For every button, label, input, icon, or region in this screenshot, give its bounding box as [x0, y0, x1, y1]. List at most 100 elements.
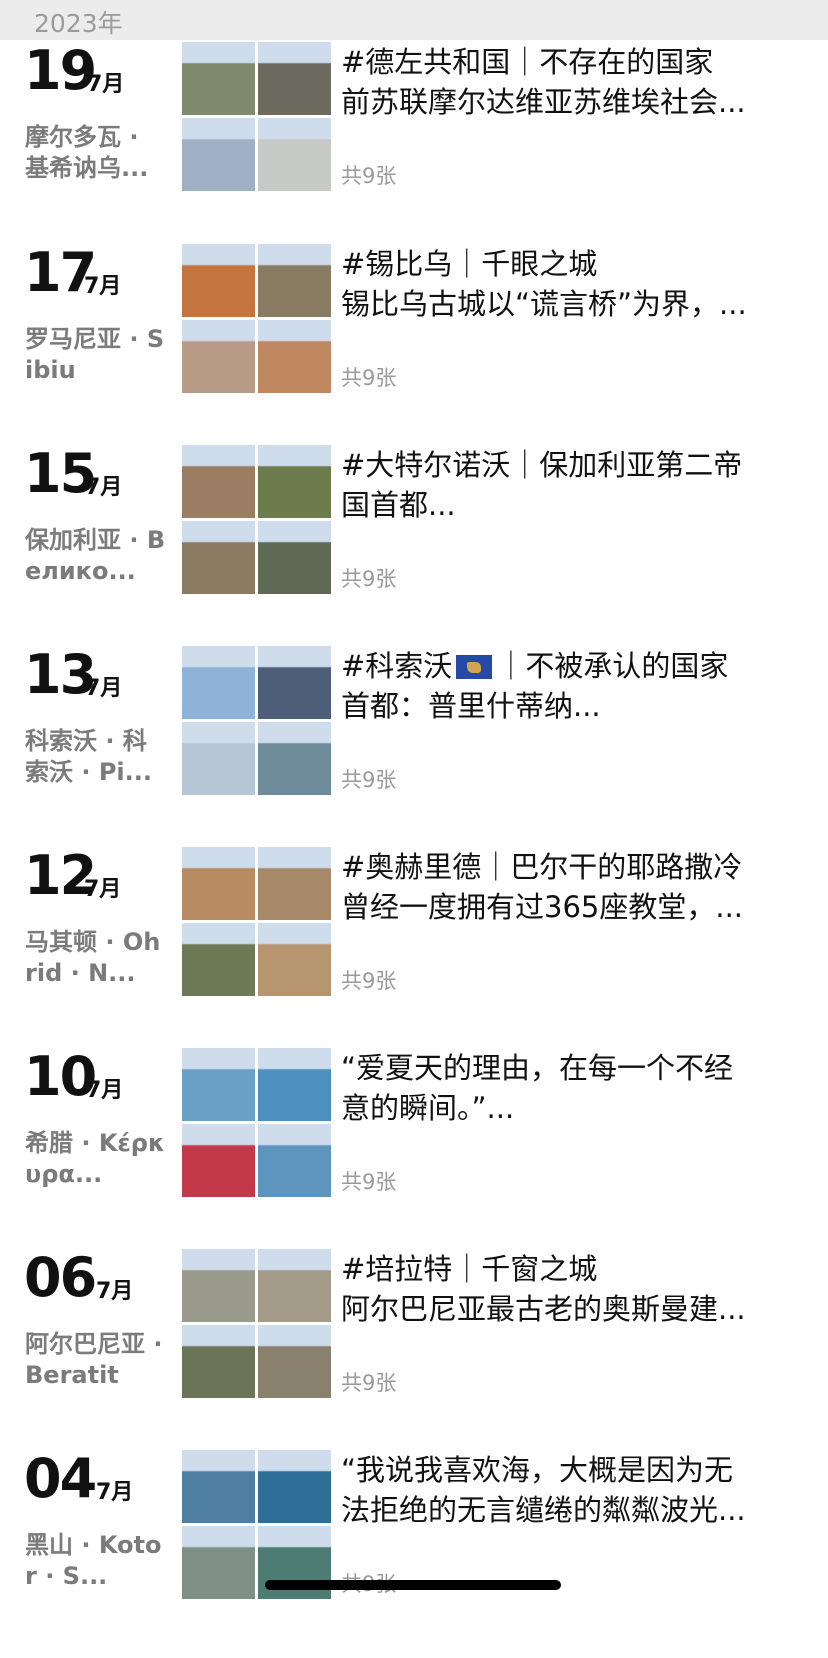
photo-count: 共9张 — [341, 366, 397, 390]
feed-entry[interactable]: 13 7月 科索沃 · 科索沃 · Pi... #科索沃 ｜不被承认的国家 首都：普里什蒂… — [0, 646, 828, 854]
photo-count: 共9张 — [341, 768, 397, 792]
photo-thumbnail[interactable] — [182, 1124, 255, 1197]
entry-day: 10 — [24, 1045, 97, 1108]
photo-grid[interactable] — [182, 445, 332, 595]
entry-title: #培拉特｜千窗之城 — [341, 1252, 598, 1286]
feed-entry[interactable]: 19 7月摩尔多瓦 · 基希讷乌... #德左共和国｜不存在的国家 前苏联摩尔达维亚苏… — [0, 39, 828, 250]
feed-entry[interactable]: 06 7月 阿尔巴尼亚 · Beratit #培拉特｜千窗之城 阿尔巴尼亚最古老的奥斯曼… — [0, 1246, 828, 1457]
entry-location: 阿尔巴尼亚 · Beratit — [25, 1330, 163, 1389]
entry-title-suffix: ｜不被承认的国家 — [496, 649, 729, 683]
entry-month: 7月 — [84, 274, 122, 299]
entry-month: 7月 — [85, 676, 123, 701]
photo-thumbnail[interactable] — [258, 847, 331, 920]
photo-thumbnail[interactable] — [258, 1325, 331, 1398]
photo-thumbnail[interactable] — [258, 118, 331, 191]
feed-entry[interactable]: 15 7月 保加利亚 · Велико... #大特尔诺沃｜保加利亚第二帝 国首都...… — [0, 445, 828, 653]
entry-title: #锡比乌｜千眼之城 — [341, 247, 598, 281]
entry-location: 罗马尼亚 · Sibiu — [25, 325, 165, 384]
entry-caption[interactable]: #锡比乌｜千眼之城锡比乌古城以“谎言桥”为界，... — [341, 244, 801, 324]
photo-grid[interactable] — [182, 1450, 332, 1600]
entry-location: 保加利亚 · Велико... — [25, 526, 166, 585]
year-header: 2023年 — [0, 0, 828, 40]
photo-count: 共9张 — [341, 567, 397, 591]
photo-thumbnail[interactable] — [182, 847, 255, 920]
photo-thumbnail[interactable] — [182, 923, 255, 996]
entry-month: 7月 — [85, 475, 123, 500]
photo-thumbnail[interactable] — [182, 722, 255, 795]
photo-thumbnail[interactable] — [182, 320, 255, 393]
entry-title: #科索沃 — [341, 649, 453, 683]
photo-count: 共9张 — [341, 969, 397, 993]
photo-thumbnail[interactable] — [182, 1249, 255, 1322]
photo-thumbnail[interactable] — [258, 445, 331, 518]
photo-thumbnail[interactable] — [182, 244, 255, 317]
home-indicator — [265, 1580, 561, 1590]
photo-count: 共9张 — [341, 1371, 397, 1395]
photo-thumbnail[interactable] — [258, 646, 331, 719]
entry-text: 首都：普里什蒂纳... — [341, 689, 601, 723]
photo-thumbnail[interactable] — [182, 118, 255, 191]
photo-thumbnail[interactable] — [258, 722, 331, 795]
year-label: 2023年 — [34, 9, 123, 38]
photo-grid[interactable] — [182, 847, 332, 997]
entry-month: 7月 — [84, 877, 122, 902]
photo-thumbnail[interactable] — [182, 1526, 255, 1599]
entry-text: 锡比乌古城以“谎言桥”为界，... — [341, 287, 747, 321]
feed-entry[interactable]: 17 7月 罗马尼亚 · Sibiu #锡比乌｜千眼之城 锡比乌古城以“谎言桥”为界，.… — [0, 244, 828, 452]
entry-caption[interactable]: #科索沃 ｜不被承认的国家首都：普里什蒂纳... — [341, 646, 801, 726]
photo-thumbnail[interactable] — [258, 1450, 331, 1523]
entry-location: 希腊 · Κέρκυρα... — [25, 1129, 166, 1188]
entry-caption[interactable]: #大特尔诺沃｜保加利亚第二帝 国首都... — [341, 445, 801, 525]
photo-thumbnail[interactable] — [258, 923, 331, 996]
photo-grid[interactable] — [182, 1048, 332, 1198]
entry-text: 国首都... — [341, 488, 456, 522]
photo-count: 共9张 — [341, 164, 397, 188]
entry-title: #德左共和国｜不存在的国家 — [341, 45, 714, 79]
photo-thumbnail[interactable] — [258, 244, 331, 317]
photo-thumbnail[interactable] — [258, 521, 331, 594]
feed-entry[interactable]: 04 7月黑山 · Kotor · S... “我说我喜欢海，大概是因为无 法拒绝的无… — [0, 1447, 828, 1658]
entry-caption[interactable]: #培拉特｜千窗之城 阿尔巴尼亚最古老的奥斯曼建... — [341, 1249, 801, 1329]
feed-entry[interactable]: 12 7月 马其顿 · Ohrid · N... #奥赫里德｜巴尔干的耶路撒冷 曾经一度… — [0, 847, 828, 1055]
entry-day: 19 — [24, 39, 97, 102]
photo-thumbnail[interactable] — [182, 1325, 255, 1398]
entry-title: #奥赫里德｜巴尔干的耶路撒冷 — [341, 850, 743, 884]
photo-count: 共9张 — [341, 1170, 397, 1194]
photo-thumbnail[interactable] — [258, 1048, 331, 1121]
entry-day: 06 — [24, 1246, 97, 1309]
kosovo-flag-icon — [456, 655, 493, 679]
photo-thumbnail[interactable] — [182, 445, 255, 518]
entry-month: 7月 — [87, 72, 125, 97]
photo-grid[interactable] — [182, 244, 332, 394]
entry-caption[interactable]: “我说我喜欢海，大概是因为无 法拒绝的无言缱绻的粼粼波光... — [341, 1450, 801, 1530]
entry-title: #大特尔诺沃｜保加利亚第二帝 — [341, 448, 743, 482]
photo-thumbnail[interactable] — [182, 1450, 255, 1523]
photo-thumbnail[interactable] — [258, 1124, 331, 1197]
photo-thumbnail[interactable] — [182, 42, 255, 115]
photo-grid[interactable] — [182, 646, 332, 796]
photo-thumbnail[interactable] — [258, 1249, 331, 1322]
entry-title: “我说我喜欢海，大概是因为无 — [341, 1453, 734, 1487]
photo-thumbnail[interactable] — [182, 1048, 255, 1121]
entry-text: 法拒绝的无言缱绻的粼粼波光... — [341, 1493, 746, 1527]
entry-caption[interactable]: “爱夏天的理由，在每一个不经 意的瞬间。”... — [341, 1048, 801, 1128]
entry-text: 意的瞬间。”... — [341, 1091, 515, 1125]
entry-month: 7月 — [96, 1480, 134, 1505]
entry-day: 04 — [24, 1447, 97, 1510]
entry-location: 科索沃 · 科索沃 · Pi... — [25, 727, 152, 786]
photo-thumbnail[interactable] — [182, 646, 255, 719]
entry-title: “爱夏天的理由，在每一个不经 — [341, 1051, 734, 1085]
photo-grid[interactable] — [182, 1249, 332, 1399]
photo-thumbnail[interactable] — [182, 521, 255, 594]
entry-caption[interactable]: #奥赫里德｜巴尔干的耶路撒冷 曾经一度拥有过365座教堂，... — [341, 847, 801, 927]
entry-caption[interactable]: #德左共和国｜不存在的国家 前苏联摩尔达维亚苏维埃社会... — [341, 42, 801, 122]
feed-entry[interactable]: 10 7月 希腊 · Κέρκυρα... “爱夏天的理由，在每一个不经 意的瞬间。”.… — [0, 1045, 828, 1256]
photo-thumbnail[interactable] — [258, 42, 331, 115]
entry-location: 摩尔多瓦 · 基希讷乌... — [25, 123, 149, 182]
photo-grid[interactable] — [182, 42, 332, 192]
entry-text: 前苏联摩尔达维亚苏维埃社会... — [341, 85, 746, 119]
photo-thumbnail[interactable] — [258, 320, 331, 393]
entry-location: 黑山 · Kotor · S... — [25, 1531, 162, 1590]
entry-location: 马其顿 · Ohrid · N... — [25, 928, 161, 987]
entry-text: 曾经一度拥有过365座教堂，... — [341, 890, 744, 924]
